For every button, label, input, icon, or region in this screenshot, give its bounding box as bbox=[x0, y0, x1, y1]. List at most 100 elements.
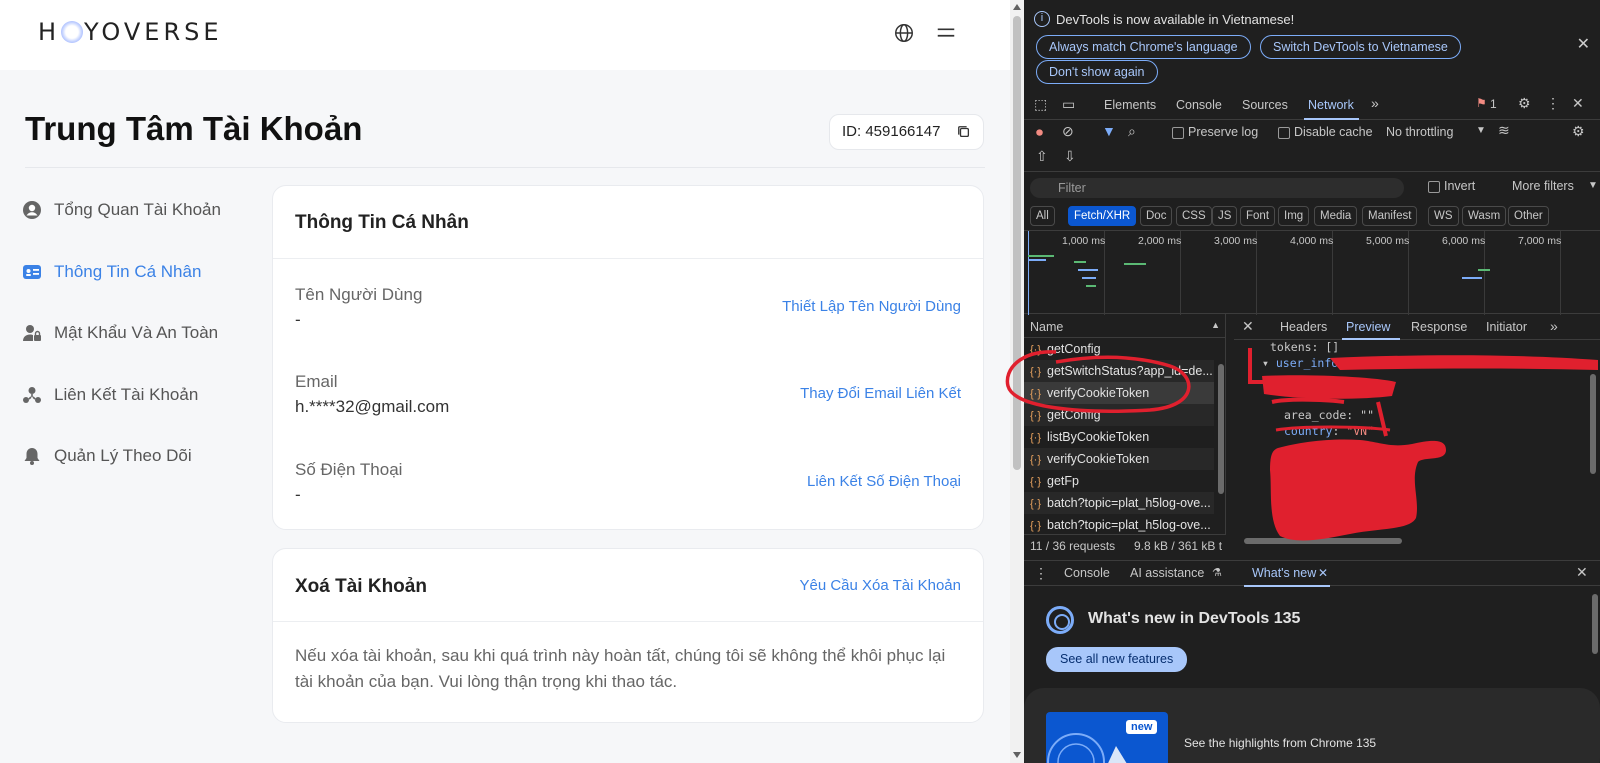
issues-flag-icon[interactable]: ⚑ bbox=[1476, 96, 1487, 110]
request-row[interactable]: {·} listByCookieToken bbox=[1024, 426, 1214, 448]
sidebar-item-personal-info[interactable]: Thông Tin Cá Nhân bbox=[22, 257, 201, 287]
chevron-down-icon[interactable]: ▼ bbox=[1476, 125, 1486, 136]
tab-console[interactable]: Console bbox=[1176, 98, 1222, 112]
match-language-button[interactable]: Always match Chrome's language bbox=[1036, 35, 1251, 59]
tab-sources[interactable]: Sources bbox=[1242, 98, 1288, 112]
type-doc[interactable]: Doc bbox=[1140, 206, 1173, 226]
request-row[interactable]: {·} batch?topic=plat_h5log-ove... bbox=[1024, 492, 1214, 514]
import-har-icon[interactable]: ⇧ bbox=[1036, 148, 1048, 165]
account-id-badge[interactable]: ID: 459166147 bbox=[829, 114, 984, 150]
network-conditions-icon[interactable]: ≋ bbox=[1498, 122, 1510, 139]
xhr-icon: {·} bbox=[1030, 498, 1042, 510]
request-row[interactable]: {·} batch?topic=plat_h5log-ove... bbox=[1024, 514, 1214, 536]
dont-show-again-button[interactable]: Don't show again bbox=[1036, 60, 1158, 84]
inspect-element-icon[interactable]: ⬚ bbox=[1034, 96, 1047, 113]
drawer-tab-ai-assistance[interactable]: AI assistance bbox=[1130, 566, 1204, 580]
xhr-icon: {·} bbox=[1030, 432, 1042, 444]
sidebar-item-linked-accounts[interactable]: Liên Kết Tài Khoản bbox=[22, 380, 198, 410]
throttling-select[interactable]: No throttling bbox=[1386, 125, 1453, 139]
close-drawer-icon[interactable]: ✕ bbox=[1576, 564, 1588, 581]
request-list: Name ▲ {·} getConfig {·} getSwitchStatus?ap… bbox=[1024, 314, 1226, 534]
close-icon[interactable]: ✕ bbox=[1577, 34, 1590, 54]
type-img[interactable]: Img bbox=[1278, 206, 1310, 226]
preview-horizontal-scrollbar[interactable] bbox=[1244, 538, 1402, 544]
set-username-link[interactable]: Thiết Lập Tên Người Dùng bbox=[782, 298, 961, 315]
request-delete-link[interactable]: Yêu Cầu Xóa Tài Khoản bbox=[799, 577, 961, 594]
request-row[interactable]: {·} verifyCookieToken bbox=[1024, 448, 1214, 470]
tab-initiator[interactable]: Initiator bbox=[1486, 320, 1527, 334]
hoyoverse-logo[interactable]: H YOVERSE bbox=[38, 18, 223, 46]
record-stop-icon[interactable]: ⏺ bbox=[1036, 124, 1043, 141]
disable-cache-checkbox[interactable] bbox=[1278, 127, 1290, 139]
link-phone-link[interactable]: Liên Kết Số Điện Thoại bbox=[807, 473, 961, 490]
network-timeline-overview[interactable]: 1,000 ms 2,000 ms 3,000 ms 4,000 ms 5,00… bbox=[1024, 230, 1600, 315]
drawer-menu-icon[interactable]: ⋮ bbox=[1034, 565, 1048, 582]
type-font[interactable]: Font bbox=[1240, 206, 1276, 226]
export-har-icon[interactable]: ⇩ bbox=[1064, 148, 1076, 165]
filter-funnel-icon[interactable]: ▼ bbox=[1102, 123, 1116, 139]
type-fetch-xhr[interactable]: Fetch/XHR bbox=[1068, 206, 1137, 226]
preview-vertical-scrollbar[interactable] bbox=[1590, 374, 1596, 474]
close-devtools-icon[interactable]: ✕ bbox=[1572, 95, 1584, 112]
id-card-icon bbox=[23, 265, 41, 279]
switch-language-button[interactable]: Switch DevTools to Vietnamese bbox=[1260, 35, 1461, 59]
type-all[interactable]: All bbox=[1030, 206, 1055, 226]
more-filters-dropdown[interactable]: More filters bbox=[1512, 179, 1574, 193]
see-all-features-button[interactable]: See all new features bbox=[1046, 647, 1188, 672]
timeline-bar bbox=[1082, 277, 1096, 279]
type-js[interactable]: JS bbox=[1212, 206, 1238, 226]
globe-icon[interactable] bbox=[893, 22, 915, 44]
json-line[interactable]: ▾ user_info: { bbox=[1262, 356, 1359, 370]
type-ws[interactable]: WS bbox=[1428, 206, 1459, 226]
tab-preview[interactable]: Preview bbox=[1346, 320, 1390, 334]
title-divider bbox=[25, 167, 985, 168]
drawer-scrollbar[interactable] bbox=[1592, 594, 1598, 654]
request-row-selected[interactable]: {·} verifyCookieToken bbox=[1024, 382, 1214, 404]
request-row[interactable]: {·} getConfig bbox=[1024, 404, 1214, 426]
request-row[interactable]: {·} getConfig bbox=[1024, 338, 1214, 360]
drawer-tab-whats-new[interactable]: What's new bbox=[1252, 566, 1316, 580]
more-tabs-icon[interactable]: » bbox=[1371, 95, 1379, 111]
request-row[interactable]: {·} getSwitchStatus?app_id=de... bbox=[1024, 360, 1214, 382]
tab-elements[interactable]: Elements bbox=[1104, 98, 1156, 112]
timeline-bar bbox=[1078, 269, 1098, 271]
hamburger-menu-icon[interactable] bbox=[935, 22, 957, 44]
tab-headers[interactable]: Headers bbox=[1280, 320, 1327, 334]
change-email-link[interactable]: Thay Đổi Email Liên Kết bbox=[800, 385, 961, 402]
request-list-scrollbar[interactable] bbox=[1218, 364, 1224, 494]
page-scrollbar[interactable] bbox=[1010, 0, 1024, 763]
issues-count[interactable]: 1 bbox=[1490, 97, 1497, 111]
type-media[interactable]: Media bbox=[1314, 206, 1358, 226]
sidebar-item-follow-management[interactable]: Quản Lý Theo Dõi bbox=[22, 441, 192, 471]
tab-response[interactable]: Response bbox=[1411, 320, 1467, 334]
chevron-down-icon[interactable]: ▼ bbox=[1588, 180, 1598, 191]
sidebar-item-password-security[interactable]: Mật Khẩu Và An Toàn bbox=[22, 318, 218, 348]
clear-icon[interactable]: ⊘ bbox=[1062, 123, 1074, 140]
network-settings-gear-icon[interactable]: ⚙ bbox=[1572, 123, 1585, 140]
more-tabs-icon[interactable]: » bbox=[1550, 318, 1558, 334]
drawer-tab-console[interactable]: Console bbox=[1064, 566, 1110, 580]
type-wasm[interactable]: Wasm bbox=[1462, 206, 1507, 226]
close-detail-icon[interactable]: ✕ bbox=[1242, 318, 1254, 335]
copy-icon[interactable] bbox=[957, 125, 971, 139]
invert-checkbox[interactable] bbox=[1428, 181, 1440, 193]
search-icon[interactable]: ⌕ bbox=[1128, 123, 1136, 140]
type-css[interactable]: CSS bbox=[1176, 206, 1212, 226]
close-tab-icon[interactable]: ✕ bbox=[1318, 566, 1328, 580]
settings-gear-icon[interactable]: ⚙ bbox=[1518, 95, 1531, 112]
page-scrollbar-thumb[interactable] bbox=[1013, 16, 1021, 470]
device-toolbar-icon[interactable]: ▭ bbox=[1062, 96, 1075, 113]
scroll-down-arrow-icon[interactable] bbox=[1013, 752, 1021, 758]
tab-network[interactable]: Network bbox=[1308, 98, 1354, 112]
type-manifest[interactable]: Manifest bbox=[1362, 206, 1418, 226]
kebab-menu-icon[interactable]: ⋮ bbox=[1546, 95, 1560, 112]
preserve-log-label: Preserve log bbox=[1188, 125, 1259, 139]
request-list-header[interactable]: Name ▲ bbox=[1024, 314, 1226, 338]
request-row[interactable]: {·} getFp bbox=[1024, 470, 1214, 492]
preserve-log-checkbox[interactable] bbox=[1172, 127, 1184, 139]
filter-input[interactable]: Filter bbox=[1030, 178, 1404, 198]
sidebar-item-account-overview[interactable]: Tổng Quan Tài Khoản bbox=[22, 195, 221, 225]
whats-new-title: What's new in DevTools 135 bbox=[1088, 610, 1301, 627]
scroll-up-arrow-icon[interactable] bbox=[1013, 4, 1021, 10]
type-other[interactable]: Other bbox=[1508, 206, 1549, 226]
